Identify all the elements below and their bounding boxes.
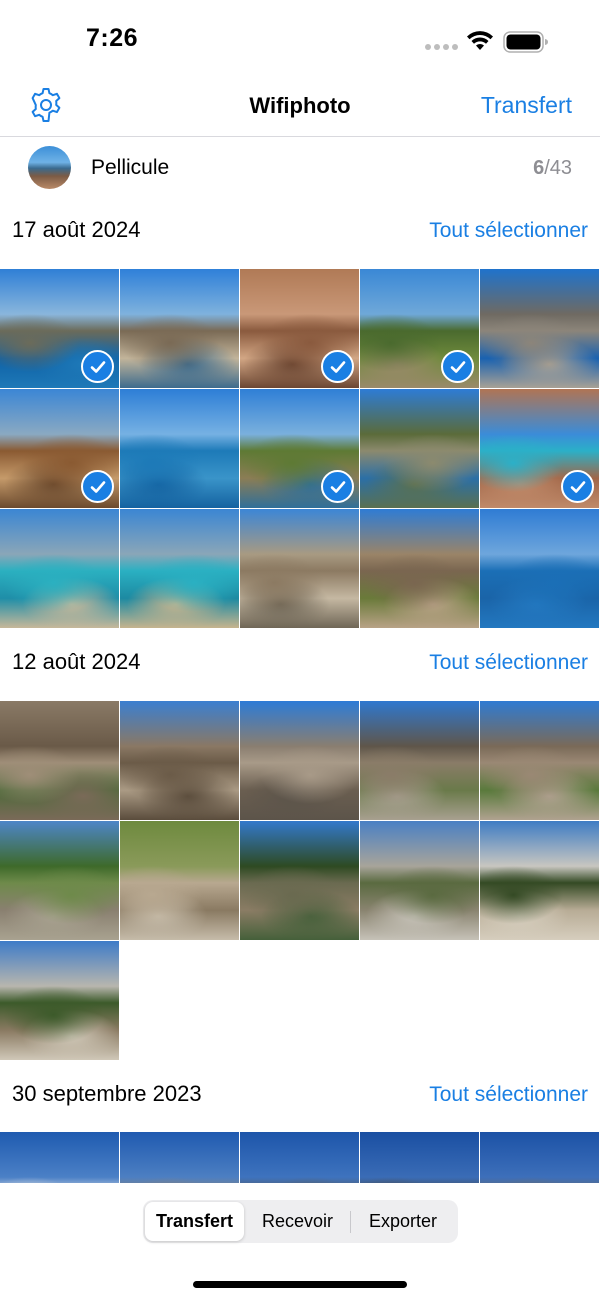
status-time: 7:26 [86,24,139,52]
home-indicator [193,1281,407,1288]
photo-thumbnail[interactable] [0,509,119,628]
selected-count: 6 [533,157,545,179]
photo-thumbnail[interactable] [120,389,239,508]
photo-thumbnail[interactable] [0,389,119,508]
battery-icon [503,31,548,53]
photo-grid [0,269,600,628]
wifi-icon [467,31,493,50]
photo-thumbnail[interactable] [240,1132,359,1184]
photo-thumbnail[interactable] [0,269,119,388]
section-header: 12 août 2024 Tout sélectionner [0,637,600,689]
photo-thumbnail[interactable] [0,821,119,940]
mode-segmented-control: Transfert Recevoir Exporter [143,1200,458,1243]
section-header: 30 septembre 2023 Tout sélectionner [0,1069,600,1121]
photo-grid [0,701,600,1060]
segment-exporter[interactable]: Exporter [351,1202,455,1241]
photo-thumbnail[interactable] [240,269,359,388]
bottom-toolbar: Transfert Recevoir Exporter [0,1183,600,1300]
photo-thumbnail[interactable] [120,821,239,940]
cellular-dots-icon [425,44,458,50]
selected-checkmark-icon [81,350,114,383]
photo-thumbnail[interactable] [240,701,359,820]
section-date: 30 septembre 2023 [12,1081,202,1106]
photo-thumbnail[interactable] [360,1132,479,1184]
select-all-button[interactable]: Tout sélectionner [429,651,588,675]
status-bar: 7:26 [0,0,600,80]
photo-thumbnail[interactable] [120,1132,239,1184]
section-header: 17 août 2024 Tout sélectionner [0,205,600,257]
photo-thumbnail[interactable] [0,1132,119,1184]
photo-thumbnail[interactable] [480,269,599,388]
selected-checkmark-icon [321,470,354,503]
photo-thumbnail[interactable] [360,821,479,940]
select-all-button[interactable]: Tout sélectionner [429,1083,588,1107]
photo-thumbnail[interactable] [120,701,239,820]
photo-thumbnail[interactable] [0,701,119,820]
section-date: 17 août 2024 [12,217,141,242]
photo-thumbnail[interactable] [360,701,479,820]
photo-thumbnail[interactable] [480,509,599,628]
segment-transfert[interactable]: Transfert [145,1202,244,1241]
selected-checkmark-icon [321,350,354,383]
photo-thumbnail[interactable] [480,701,599,820]
section-date: 12 août 2024 [12,649,141,674]
photo-thumbnail[interactable] [0,941,119,1060]
selection-count: 6/43 [533,157,572,180]
album-row[interactable]: Pellicule 6/43 [0,137,600,199]
photo-thumbnail[interactable] [360,269,479,388]
select-all-button[interactable]: Tout sélectionner [429,219,588,243]
photo-thumbnail[interactable] [480,821,599,940]
selected-checkmark-icon [81,470,114,503]
selected-checkmark-icon [561,470,594,503]
photo-thumbnail[interactable] [240,821,359,940]
selected-checkmark-icon [441,350,474,383]
photo-thumbnail[interactable] [480,1132,599,1184]
segment-recevoir[interactable]: Recevoir [245,1202,350,1241]
photo-thumbnail[interactable] [480,389,599,508]
photo-grid [0,1132,600,1184]
photo-thumbnail[interactable] [240,509,359,628]
nav-bar: Wifiphoto Transfert [0,80,600,137]
album-thumbnail [28,146,71,189]
photo-thumbnail[interactable] [120,269,239,388]
transfer-button[interactable]: Transfert [481,92,572,119]
photo-thumbnail[interactable] [360,509,479,628]
photo-thumbnail[interactable] [360,389,479,508]
photo-thumbnail[interactable] [240,389,359,508]
total-count: 43 [549,157,572,179]
album-name: Pellicule [91,156,170,179]
photo-thumbnail[interactable] [120,509,239,628]
